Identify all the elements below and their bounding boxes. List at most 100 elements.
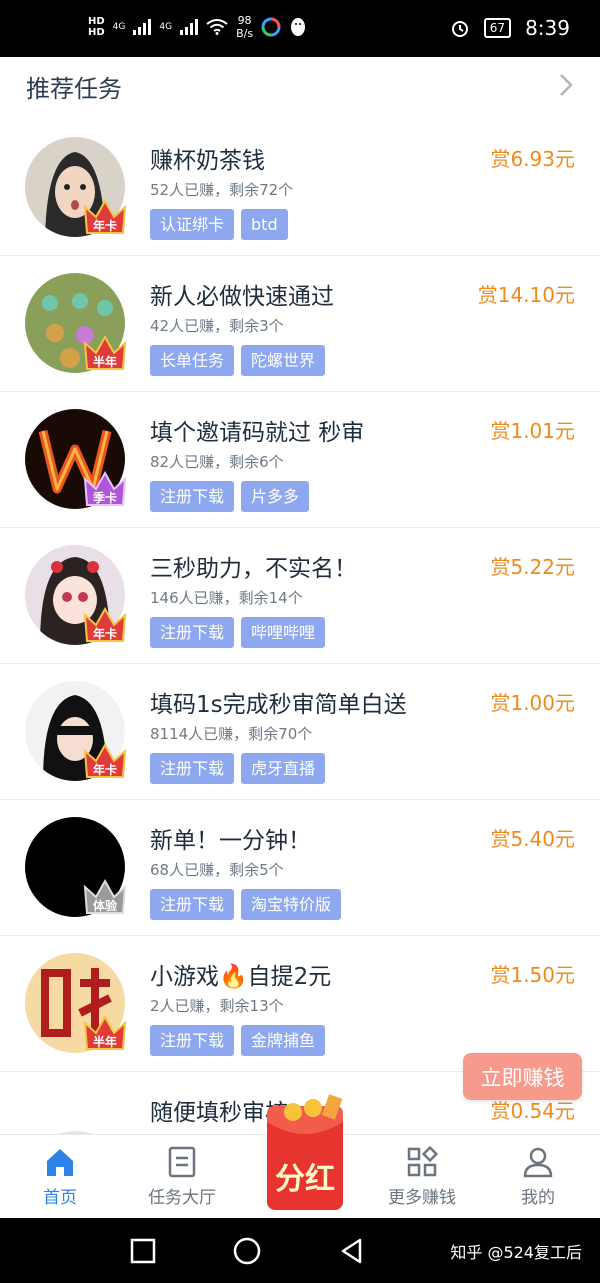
signal-label-2: 4G: [159, 22, 173, 32]
task-title: 赚杯奶茶钱: [150, 148, 265, 174]
clock: 8:39: [525, 16, 570, 40]
task-row[interactable]: 年卡 赚杯奶茶钱 赏6.93元 52人已赚，剩余72个 认证绑卡 btd: [0, 120, 600, 256]
crown-badge: 体验: [83, 877, 127, 917]
task-tags: 注册下载 金牌捕鱼: [150, 1025, 326, 1056]
tab-label: 任务大厅: [148, 1188, 216, 1208]
task-tag: 注册下载: [150, 889, 235, 920]
network-speed: 98 B/s: [236, 14, 254, 40]
task-tags: 注册下载 哔哩哔哩: [150, 617, 326, 648]
home-nav-icon[interactable]: [232, 1236, 262, 1266]
section-header: 推荐任务: [0, 57, 600, 119]
task-title: 三秒助力，不实名！: [150, 556, 357, 582]
task-tag: 注册下载: [150, 617, 235, 648]
signal-icon: [133, 19, 152, 35]
task-row[interactable]: 半年 新人必做快速通过 赏14.10元 42人已赚，剩余3个 长单任务 陀螺世界: [0, 256, 600, 392]
avatar: 年卡: [25, 681, 127, 781]
task-tag: 长单任务: [150, 345, 235, 376]
hd-label-2: HD: [88, 27, 105, 38]
crown-badge: 年卡: [83, 605, 127, 645]
tab-task-hall[interactable]: 任务大厅: [122, 1145, 242, 1208]
watermark: 知乎 @524复工后: [450, 1243, 582, 1262]
avatar: 年卡: [25, 545, 127, 645]
status-right: 67 8:39: [450, 16, 570, 40]
task-tag: 淘宝特价版: [241, 889, 342, 920]
task-title: 填码1s完成秒审简单白送: [150, 692, 407, 718]
task-row[interactable]: 季卡 填个邀请码就过 秒审 赏1.01元 82人已赚，剩余6个 注册下载 片多多: [0, 392, 600, 528]
crown-badge: 半年: [83, 1013, 127, 1053]
signal-icon-2: [180, 19, 199, 35]
task-tag: 哔哩哔哩: [241, 617, 326, 648]
alarm-icon: [451, 21, 468, 37]
task-tags: 注册下载 虎牙直播: [150, 753, 326, 784]
section-title: 推荐任务: [26, 75, 122, 103]
task-reward: 赏1.00元: [490, 691, 575, 715]
tab-mine[interactable]: 我的: [478, 1145, 598, 1208]
crown-badge: 半年: [83, 333, 127, 373]
recent-apps-icon[interactable]: [130, 1238, 156, 1264]
task-reward: 赏6.93元: [490, 147, 575, 171]
task-title: 新单！一分钟！: [150, 828, 311, 854]
status-left: HD HD 4G 4G 98 B/s: [88, 14, 307, 40]
task-tag: 金牌捕鱼: [241, 1025, 326, 1056]
task-row[interactable]: 体验 新单！一分钟！ 赏5.40元 68人已赚，剩余5个 注册下载 淘宝特价版: [0, 800, 600, 936]
app-swirl-icon: [261, 17, 281, 37]
signal-label-1: 4G: [112, 22, 126, 32]
task-row[interactable]: 年卡 填码1s完成秒审简单白送 赏1.00元 8114人已赚，剩余70个 注册下…: [0, 664, 600, 800]
task-tags: 注册下载 淘宝特价版: [150, 889, 342, 920]
back-icon[interactable]: [338, 1237, 366, 1265]
user-icon: [523, 1147, 553, 1178]
task-reward: 赏5.22元: [490, 555, 575, 579]
task-tag: 陀螺世界: [241, 345, 326, 376]
task-row[interactable]: 年卡 三秒助力，不实名！ 赏5.22元 146人已赚，剩余14个 注册下载 哔哩…: [0, 528, 600, 664]
task-tag: 注册下载: [150, 481, 235, 512]
task-tag: 虎牙直播: [241, 753, 326, 784]
tab-home[interactable]: 首页: [0, 1145, 120, 1208]
task-tags: 注册下载 片多多: [150, 481, 310, 512]
membership-badge-label: 年卡: [92, 763, 117, 777]
crown-badge: 年卡: [83, 741, 127, 781]
tab-dividend-label: 分红: [275, 1162, 335, 1197]
avatar: 半年: [25, 953, 127, 1053]
membership-badge-label: 年卡: [92, 627, 117, 641]
task-tag: btd: [241, 209, 288, 240]
membership-badge-label: 半年: [92, 355, 117, 369]
task-meta: 146人已赚，剩余14个: [150, 589, 303, 607]
task-reward: 赏1.01元: [490, 419, 575, 443]
task-meta: 82人已赚，剩余6个: [150, 453, 284, 471]
tab-dividend[interactable]: 分红: [263, 1094, 347, 1214]
earn-now-button[interactable]: 立即赚钱: [463, 1053, 582, 1100]
task-title: 小游戏🔥自提2元: [150, 964, 332, 990]
battery-indicator: 67: [483, 18, 512, 38]
penguin-icon: [291, 18, 306, 36]
task-meta: 2人已赚，剩余13个: [150, 997, 284, 1015]
task-meta: 68人已赚，剩余5个: [150, 861, 284, 879]
tab-label: 我的: [521, 1188, 555, 1208]
chevron-right-icon[interactable]: [552, 71, 580, 99]
membership-badge-label: 年卡: [92, 219, 117, 233]
wifi-icon: [206, 19, 228, 35]
task-tag: 注册下载: [150, 753, 235, 784]
membership-badge-label: 体验: [92, 899, 117, 913]
avatar: 季卡: [25, 409, 127, 509]
tab-label: 更多赚钱: [388, 1188, 456, 1208]
task-tag: 片多多: [241, 481, 310, 512]
task-meta: 42人已赚，剩余3个: [150, 317, 284, 335]
avatar: 半年: [25, 273, 127, 373]
membership-badge-label: 季卡: [92, 491, 117, 505]
avatar: 体验: [25, 817, 127, 917]
task-row[interactable]: 半年 小游戏🔥自提2元 赏1.50元 2人已赚，剩余13个 注册下载 金牌捕鱼: [0, 936, 600, 1072]
system-nav-bar: 知乎 @524复工后: [0, 1218, 600, 1283]
task-meta: 52人已赚，剩余72个: [150, 181, 294, 199]
tab-more-earn[interactable]: 更多赚钱: [362, 1145, 482, 1208]
task-reward: 赏14.10元: [477, 283, 575, 307]
task-reward: 赏5.40元: [490, 827, 575, 851]
task-reward: 赏1.50元: [490, 963, 575, 987]
crown-badge: 年卡: [83, 197, 127, 237]
crown-badge: 季卡: [83, 469, 127, 509]
home-icon: [47, 1149, 73, 1176]
task-title: 填个邀请码就过 秒审: [150, 420, 365, 446]
hd-label-1: HD: [88, 16, 105, 27]
tab-label: 首页: [43, 1188, 77, 1208]
avatar: 年卡: [25, 137, 127, 237]
task-list: 年卡 赚杯奶茶钱 赏6.93元 52人已赚，剩余72个 认证绑卡 btd 半年 …: [0, 120, 600, 1208]
